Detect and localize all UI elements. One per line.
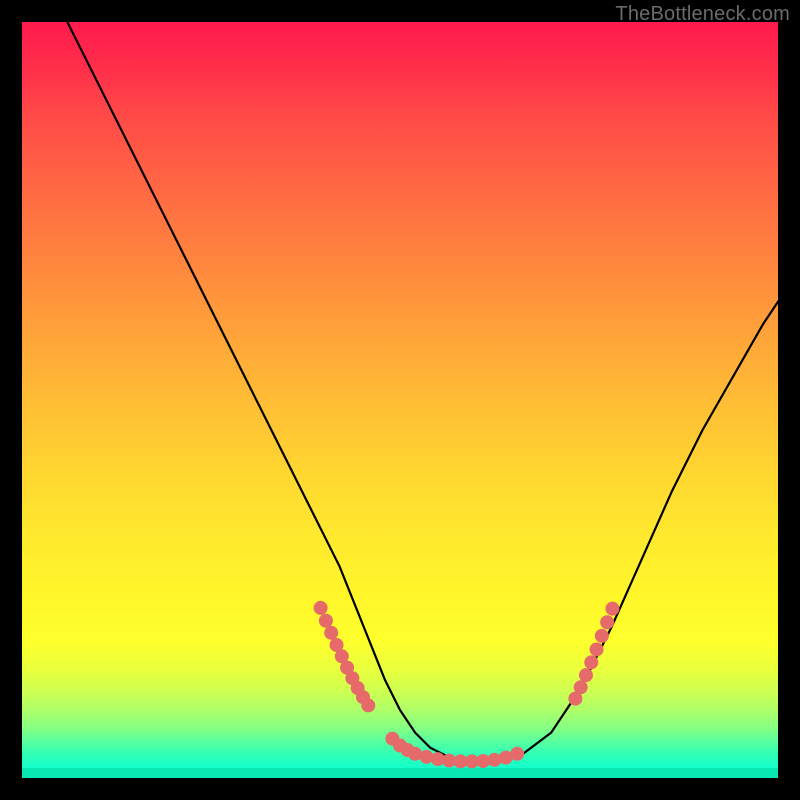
marker-dot (584, 655, 598, 669)
marker-dot (605, 602, 619, 616)
curve-svg (22, 22, 778, 778)
marker-dot (574, 680, 588, 694)
bottleneck-curve (67, 22, 778, 761)
marker-dot (324, 626, 338, 640)
marker-dots (314, 601, 620, 768)
marker-dot (595, 629, 609, 643)
plot-area (22, 22, 778, 778)
marker-dot (319, 614, 333, 628)
marker-dot (590, 642, 604, 656)
chart-frame: TheBottleneck.com (0, 0, 800, 800)
marker-dot (314, 601, 328, 615)
marker-dot (361, 698, 375, 712)
marker-dot (600, 615, 614, 629)
marker-dot (510, 747, 524, 761)
marker-dot (579, 668, 593, 682)
